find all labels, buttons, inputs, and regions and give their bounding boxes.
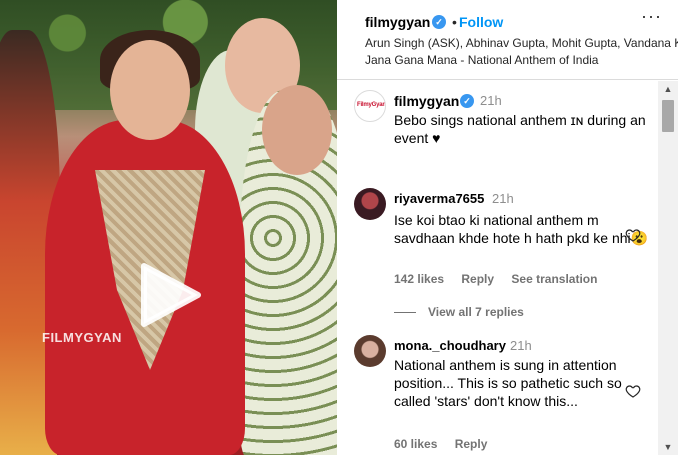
reply-button[interactable]: Reply [455, 437, 488, 451]
caption-username[interactable]: filmygyan [394, 93, 459, 109]
caption-timestamp[interactable]: 21h [480, 93, 502, 108]
scrollbar-thumb[interactable] [662, 100, 674, 132]
video-player[interactable]: FILMYGYAN [0, 0, 337, 455]
comments-panel: filmygyan ✓ • Follow ··· Arun Singh (ASK… [337, 0, 678, 455]
comment-timestamp[interactable]: 21h [510, 338, 532, 353]
avatar[interactable] [354, 188, 386, 220]
video-watermark: FILMYGYAN [42, 330, 122, 345]
more-options-icon[interactable]: ··· [641, 6, 662, 27]
see-translation-button[interactable]: See translation [511, 272, 597, 286]
comment-likes[interactable]: 60 likes [394, 437, 437, 451]
video-frame-figure [110, 40, 190, 140]
post-header: filmygyan ✓ • Follow ··· Arun Singh (ASK… [337, 0, 678, 80]
comment-username[interactable]: riyaverma7655 [394, 191, 484, 206]
scroll-down-icon[interactable]: ▼ [658, 439, 678, 455]
view-replies-button[interactable]: View all 7 replies [394, 305, 524, 319]
follow-button[interactable]: Follow [459, 14, 503, 30]
heart-icon[interactable] [625, 383, 641, 399]
audio-artists[interactable]: Arun Singh (ASK), Abhinav Gupta, Mohit G… [365, 36, 678, 50]
heart-icon[interactable] [625, 227, 641, 243]
verified-badge-icon: ✓ [460, 94, 474, 108]
video-frame-figure [262, 85, 332, 175]
comment-timestamp[interactable]: 21h [492, 191, 514, 206]
comments-list[interactable]: FilmyGyan filmygyan ✓ 21h Bebo sings nat… [337, 81, 665, 455]
verified-badge-icon: ✓ [432, 15, 446, 29]
avatar[interactable]: FilmyGyan [354, 90, 386, 122]
avatar-logo-text: FilmyGyan [357, 102, 386, 108]
comment-username[interactable]: mona._choudhary [394, 338, 506, 353]
comment-text: National anthem is sung in attention pos… [394, 357, 622, 409]
caption-text: Bebo sings national anthem ɪɴ during an … [394, 112, 646, 146]
comment-text: Ise koi btao ki national anthem m savdha… [394, 212, 649, 246]
separator-dot: • [452, 14, 457, 30]
scrollbar[interactable]: ▲ ▼ [658, 81, 678, 455]
header-username[interactable]: filmygyan [365, 14, 430, 30]
avatar[interactable] [354, 335, 386, 367]
play-icon[interactable] [138, 262, 202, 328]
audio-title[interactable]: Jana Gana Mana - National Anthem of Indi… [365, 53, 598, 67]
scroll-up-icon[interactable]: ▲ [658, 81, 678, 97]
reply-button[interactable]: Reply [461, 272, 494, 286]
comment-actions: 142 likes Reply See translation [394, 272, 611, 286]
comment-likes[interactable]: 142 likes [394, 272, 444, 286]
comment-actions: 60 likes Reply [394, 437, 501, 451]
